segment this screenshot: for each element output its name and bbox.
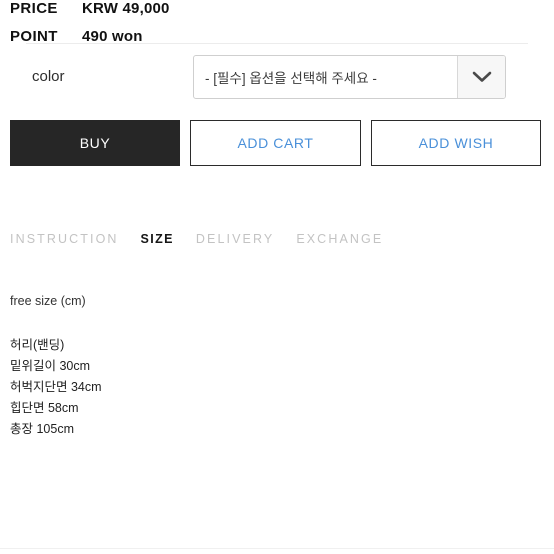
- tab-delivery[interactable]: DELIVERY: [196, 232, 274, 246]
- info-divider: [26, 43, 528, 44]
- list-item: 허벅지단면 34cm: [10, 380, 102, 394]
- chevron-down-icon[interactable]: [457, 56, 505, 98]
- option-label: color: [32, 68, 65, 85]
- size-heading: free size (cm): [10, 294, 86, 308]
- point-value: 490 won: [82, 27, 143, 45]
- color-select[interactable]: - [필수] 옵션을 선택해 주세요 -: [193, 55, 506, 99]
- color-select-value[interactable]: - [필수] 옵션을 선택해 주세요 -: [194, 56, 457, 98]
- list-item: 총장 105cm: [10, 422, 74, 436]
- list-item: 힙단면 58cm: [10, 401, 79, 415]
- buy-button[interactable]: BUY: [10, 120, 180, 166]
- option-row: color - [필수] 옵션을 선택해 주세요 -: [0, 55, 554, 99]
- list-item: 밑위길이 30cm: [10, 359, 91, 373]
- point-label: POINT: [10, 27, 58, 45]
- price-value: KRW 49,000: [82, 0, 170, 17]
- price-label: PRICE: [10, 0, 58, 17]
- tab-exchange[interactable]: EXCHANGE: [296, 232, 383, 246]
- size-measurement-list: 허리(밴딩) 밑위길이 30cm 허벅지단면 34cm 힙단면 58cm 총장 …: [10, 335, 410, 440]
- add-cart-button[interactable]: ADD CART: [190, 120, 361, 166]
- tab-size[interactable]: SIZE: [141, 232, 174, 246]
- list-item: 허리(밴딩): [10, 338, 65, 352]
- point-row: POINT 490 won: [0, 22, 554, 50]
- action-button-row: BUY ADD CART ADD WISH: [0, 120, 554, 166]
- price-row: PRICE KRW 49,000: [0, 0, 554, 22]
- add-wish-button[interactable]: ADD WISH: [371, 120, 541, 166]
- tab-instruction[interactable]: INSTRUCTION: [10, 232, 119, 246]
- bottom-divider: [0, 548, 554, 549]
- product-detail-page: PRICE KRW 49,000 POINT 490 won color - […: [0, 0, 554, 554]
- size-tab-content: free size (cm) 허리(밴딩) 밑위길이 30cm 허벅지단면 34…: [10, 293, 410, 440]
- detail-tabs: INSTRUCTION SIZE DELIVERY EXCHANGE: [10, 232, 405, 246]
